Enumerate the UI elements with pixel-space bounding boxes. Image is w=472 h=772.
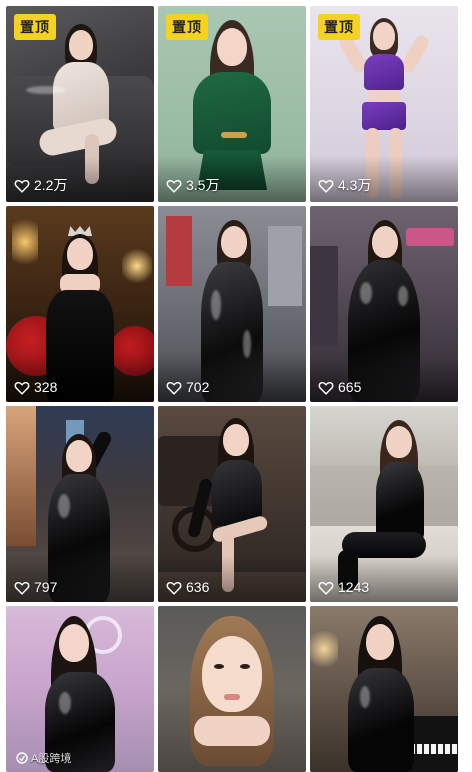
- like-count-value: 1243: [338, 579, 370, 595]
- like-count-value: 636: [186, 579, 210, 595]
- like-count: 1243: [318, 579, 369, 595]
- like-count-value: 2.2万: [34, 177, 68, 193]
- heart-outline-icon: [14, 581, 30, 595]
- heart-outline-icon: [318, 179, 334, 193]
- like-count: 3.5万: [166, 175, 219, 195]
- thumbnail-image: [310, 606, 458, 772]
- like-count-value: 665: [338, 379, 362, 395]
- feed-item[interactable]: 置顶 3.5万: [158, 6, 306, 202]
- feed-item[interactable]: 797: [6, 406, 154, 602]
- thumbnail-image: [158, 606, 306, 772]
- heart-outline-icon: [318, 581, 334, 595]
- heart-outline-icon: [166, 581, 182, 595]
- like-count: 636: [166, 579, 209, 595]
- like-count: 702: [166, 379, 209, 395]
- pinned-badge: 置顶: [318, 14, 360, 40]
- feed-item[interactable]: [158, 606, 306, 772]
- heart-outline-icon: [166, 179, 182, 193]
- feed-item[interactable]: 328: [6, 206, 154, 402]
- heart-outline-icon: [166, 381, 182, 395]
- feed-item[interactable]: 702: [158, 206, 306, 402]
- video-feed-grid: 置顶 2.2万 置顶 3.5万 置顶 4.3万 328 702 665 797 …: [6, 6, 466, 772]
- like-count: 797: [14, 579, 57, 595]
- like-count-value: 328: [34, 379, 58, 395]
- feed-item[interactable]: 置顶 2.2万: [6, 6, 154, 202]
- like-count-value: 702: [186, 379, 210, 395]
- like-count: 328: [14, 379, 57, 395]
- feed-item[interactable]: [310, 606, 458, 772]
- feed-item[interactable]: 1243: [310, 406, 458, 602]
- like-count-value: 4.3万: [338, 177, 372, 193]
- feed-item[interactable]: 置顶 4.3万: [310, 6, 458, 202]
- feed-item[interactable]: 636: [158, 406, 306, 602]
- like-count-value: 3.5万: [186, 177, 220, 193]
- like-count-value: 797: [34, 579, 58, 595]
- like-count: 2.2万: [14, 175, 67, 195]
- thumbnail-image: [6, 606, 154, 772]
- watermark-text: A股跨境: [31, 753, 72, 765]
- pinned-badge: 置顶: [14, 14, 56, 40]
- like-count: 4.3万: [318, 175, 371, 195]
- like-count: 665: [318, 379, 361, 395]
- brand-logo-icon: [16, 752, 28, 764]
- feed-item[interactable]: A股跨境: [6, 606, 154, 772]
- pinned-badge: 置顶: [166, 14, 208, 40]
- heart-outline-icon: [318, 381, 334, 395]
- feed-item[interactable]: 665: [310, 206, 458, 402]
- heart-outline-icon: [14, 381, 30, 395]
- heart-outline-icon: [14, 179, 30, 193]
- watermark: A股跨境: [16, 750, 71, 766]
